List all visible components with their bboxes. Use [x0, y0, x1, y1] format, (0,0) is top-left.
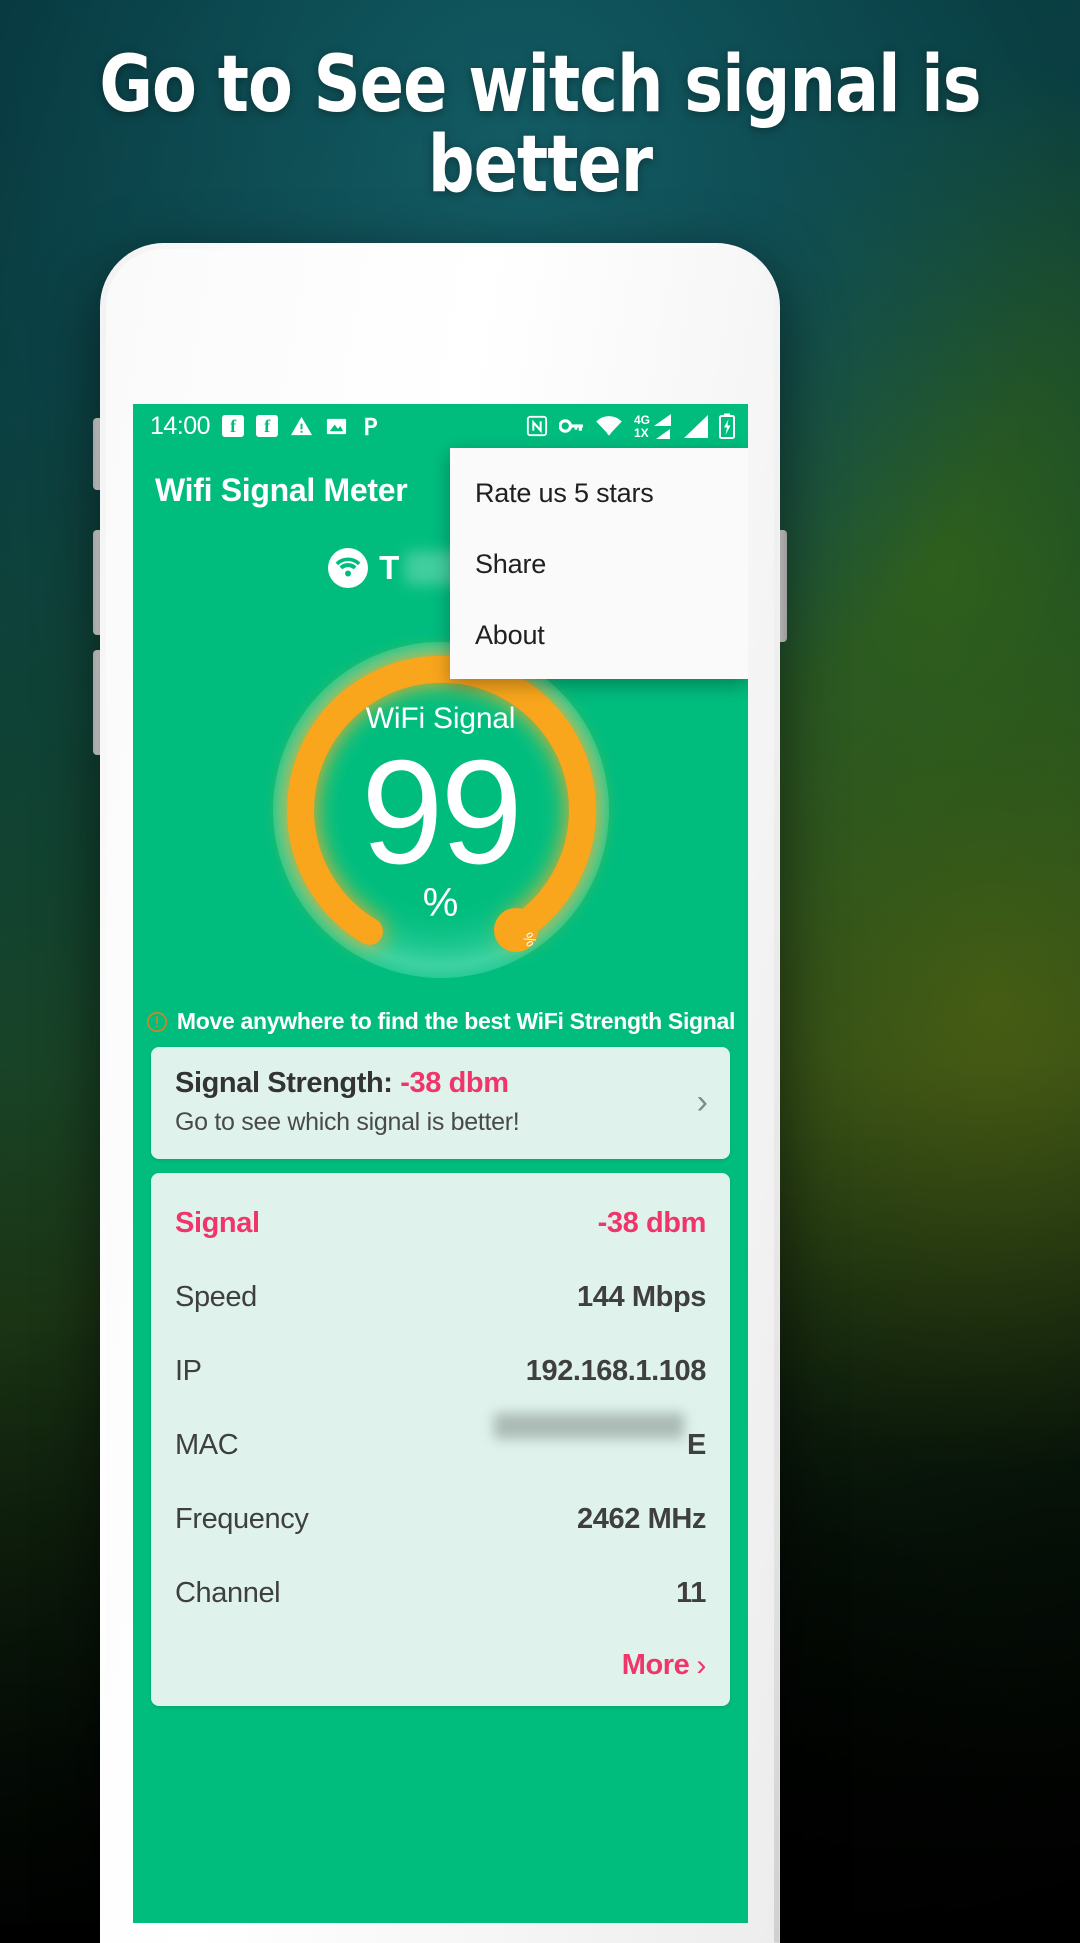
- signal-strength-title: Signal Strength: -38 dbm: [175, 1067, 687, 1100]
- menu-item-about[interactable]: About: [450, 600, 748, 671]
- chevron-right-icon: ›: [696, 1648, 706, 1682]
- mac-redaction-blur: [494, 1413, 684, 1439]
- ssid-text: T: [379, 549, 400, 586]
- detail-key: Frequency: [175, 1503, 309, 1535]
- detail-value: E: [687, 1429, 706, 1461]
- detail-key: IP: [175, 1355, 202, 1387]
- network-label-4g: 4G: [633, 412, 650, 427]
- wifi-icon: [328, 548, 369, 588]
- more-label: More: [621, 1649, 690, 1681]
- signal-bars-icon: [655, 428, 670, 439]
- signal-strength-label: Signal Strength:: [175, 1067, 393, 1099]
- vpn-key-icon: [558, 419, 583, 433]
- pinterest-icon: [365, 417, 378, 435]
- app-title: Wifi Signal Meter: [155, 471, 408, 508]
- table-row: Speed 144 Mbps: [175, 1261, 706, 1335]
- status-clock: 14:00: [150, 411, 211, 440]
- image-icon: [326, 418, 347, 434]
- signal-strength-subtitle: Go to see which signal is better!: [175, 1108, 520, 1136]
- detail-value: 11: [676, 1577, 706, 1609]
- more-link[interactable]: More ›: [175, 1631, 707, 1688]
- battery-charging-icon: [719, 413, 735, 439]
- chevron-right-icon[interactable]: ›: [687, 1085, 708, 1119]
- detail-value: 192.168.1.108: [525, 1355, 707, 1387]
- hint-row: Move anywhere to find the best WiFi Stre…: [133, 1006, 748, 1047]
- hint-text: Move anywhere to find the best WiFi Stre…: [176, 1008, 736, 1034]
- nfc-icon: [526, 415, 548, 437]
- info-icon: [146, 1011, 167, 1032]
- status-bar-right: 4G 1X: [526, 413, 735, 439]
- detail-value: 2462 MHz: [577, 1503, 706, 1535]
- status-bar: 14:00 f f 4G 1X: [133, 404, 748, 448]
- status-bar-left: 14:00 f f: [150, 412, 381, 441]
- detail-key: MAC: [175, 1429, 239, 1461]
- promo-headline: Go to See witch signal is better: [99, 40, 981, 210]
- facebook-icon: f: [222, 415, 245, 437]
- table-row: IP 192.168.1.108: [175, 1335, 706, 1409]
- table-row: Signal -38 dbm: [175, 1187, 706, 1261]
- wifi-icon: [596, 416, 622, 436]
- signal-strength-card[interactable]: Signal Strength: -38 dbm Go to see which…: [151, 1047, 730, 1159]
- detail-value: -38 dbm: [597, 1207, 707, 1239]
- network-label-1x: 1X: [633, 425, 649, 440]
- menu-item-rate-us[interactable]: Rate us 5 stars: [450, 458, 748, 529]
- signal-strength-value: -38 dbm: [400, 1067, 509, 1099]
- signal-bars-icon: [654, 413, 671, 426]
- detail-key: Signal: [175, 1207, 260, 1239]
- facebook-icon: f: [256, 415, 279, 437]
- mobile-data-indicators: 4G 1X: [633, 412, 671, 440]
- menu-item-share[interactable]: Share: [450, 529, 748, 600]
- warning-triangle-icon: [291, 416, 313, 435]
- detail-key: Speed: [175, 1281, 257, 1313]
- connection-details-card: Signal -38 dbm Speed 144 Mbps IP 192.168…: [151, 1173, 730, 1706]
- phone-screen: 14:00 f f 4G 1X Wifi Signal Meter Rate u…: [133, 404, 748, 1923]
- table-row: Frequency 2462 MHz: [175, 1483, 706, 1557]
- detail-key: Channel: [175, 1577, 281, 1609]
- signal-bars-icon: [684, 414, 708, 438]
- detail-value: 144 Mbps: [577, 1281, 706, 1313]
- overflow-menu[interactable]: Rate us 5 stars Share About: [450, 448, 748, 679]
- signal-strength-card-text: Signal Strength: -38 dbm Go to see which…: [175, 1067, 687, 1137]
- table-row: Channel 11: [175, 1557, 706, 1631]
- table-row: MAC E: [175, 1409, 706, 1483]
